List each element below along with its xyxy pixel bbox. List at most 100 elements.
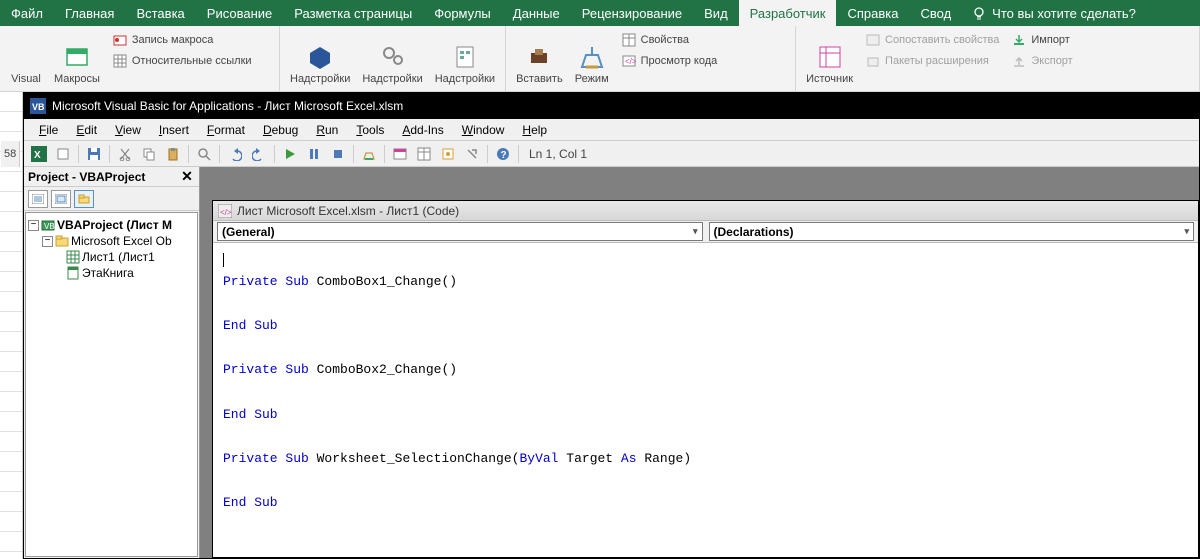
svg-text:?: ? <box>501 150 507 161</box>
view-code-tb-button[interactable] <box>28 190 48 208</box>
export-button: Экспорт <box>1007 51 1076 71</box>
tb-redo-button[interactable] <box>248 143 270 165</box>
properties-button[interactable]: Свойства <box>617 30 722 50</box>
vbe-menu-help[interactable]: Help <box>513 121 556 139</box>
excel-ribbon-tabs: ФайлГлавнаяВставкаРисованиеРазметка стра… <box>0 0 1200 26</box>
lightbulb-icon <box>972 6 986 20</box>
tb-project-explorer-button[interactable] <box>389 143 411 165</box>
record-macro-button[interactable]: Запись макроса <box>108 30 256 50</box>
svg-text:</>: </> <box>220 208 232 217</box>
excel-tab-файл[interactable]: Файл <box>0 0 54 26</box>
folder-icon <box>55 234 69 248</box>
excel-tab-рисование[interactable]: Рисование <box>196 0 283 26</box>
addins-3-button[interactable]: Надстройки <box>431 28 499 86</box>
tb-paste-button[interactable] <box>162 143 184 165</box>
relative-refs-button[interactable]: Относительные ссылки <box>108 51 256 71</box>
tb-find-button[interactable] <box>193 143 215 165</box>
worksheet-icon <box>66 250 80 264</box>
chevron-down-icon: ▾ <box>1184 226 1189 237</box>
vbe-menu-format[interactable]: Format <box>198 121 254 139</box>
package-icon <box>865 53 881 69</box>
project-explorer-title: Project - VBAProject ✕ <box>24 167 199 187</box>
project-tree[interactable]: − VB VBAProject (Лист M − Microsoft Exce… <box>25 212 198 557</box>
project-toolbar <box>24 187 199 211</box>
tb-copy-button[interactable] <box>138 143 160 165</box>
object-dropdown[interactable]: (General) ▾ <box>217 222 703 241</box>
vbe-menu-add-ins[interactable]: Add-Ins <box>393 121 452 139</box>
toggle-folders-tb-button[interactable] <box>74 190 94 208</box>
insert-control-button[interactable]: Вставить <box>512 28 567 86</box>
tb-toolbox-button[interactable] <box>461 143 483 165</box>
vbe-toolbar: 58 X ? Ln 1, Col 1 <box>24 141 1199 167</box>
svg-text:VB: VB <box>44 222 55 231</box>
view-code-button[interactable]: </> Просмотр кода <box>617 51 722 71</box>
vbe-menu-view[interactable]: View <box>106 121 150 139</box>
tree-collapse-icon[interactable]: − <box>28 220 39 231</box>
tree-project-label[interactable]: VBAProject (Лист M <box>57 218 172 232</box>
code-editor[interactable]: Private Sub ComboBox1_Change() End Sub P… <box>213 243 1198 557</box>
import-button[interactable]: Импорт <box>1007 30 1076 50</box>
grid-icon <box>112 53 128 69</box>
visual-basic-button[interactable]: Visual <box>6 28 46 86</box>
vbe-titlebar[interactable]: VB Microsoft Visual Basic for Applicatio… <box>24 93 1199 119</box>
workbook-icon <box>66 266 80 280</box>
svg-text:</>: </> <box>625 57 636 66</box>
import-icon <box>1011 32 1027 48</box>
vbe-menu-insert[interactable]: Insert <box>150 121 198 139</box>
map-properties-button: Сопоставить свойства <box>861 30 1003 50</box>
code-icon: </> <box>621 53 637 69</box>
tb-undo-button[interactable] <box>224 143 246 165</box>
svg-text:VB: VB <box>32 102 45 112</box>
vbe-menu-debug[interactable]: Debug <box>254 121 307 139</box>
tell-me-search[interactable]: Что вы хотите сделать? <box>962 6 1146 21</box>
procedure-dropdown[interactable]: (Declarations) ▾ <box>709 222 1195 241</box>
svg-text:X: X <box>34 150 41 161</box>
tb-break-button[interactable] <box>303 143 325 165</box>
excel-tab-главная[interactable]: Главная <box>54 0 125 26</box>
tb-excel-icon[interactable]: X <box>28 143 50 165</box>
tb-save-button[interactable] <box>83 143 105 165</box>
close-icon[interactable]: ✕ <box>179 169 195 185</box>
tree-collapse-icon[interactable]: − <box>42 236 53 247</box>
toolbar-side-label: 58 <box>1 141 20 167</box>
expansion-packs-button: Пакеты расширения <box>861 51 1003 71</box>
excel-tab-разметка страницы[interactable]: Разметка страницы <box>283 0 423 26</box>
macros-button[interactable]: Макросы <box>50 28 104 86</box>
vbe-menu-edit[interactable]: Edit <box>67 121 106 139</box>
record-icon <box>112 32 128 48</box>
design-mode-button[interactable]: Режим <box>571 28 613 86</box>
properties-icon <box>621 32 637 48</box>
tree-workbook-label[interactable]: ЭтаКнига <box>82 266 134 280</box>
project-explorer-panel: Project - VBAProject ✕ − VB VBAProject (… <box>24 167 200 558</box>
tb-reset-button[interactable] <box>327 143 349 165</box>
code-window-icon: </> <box>218 204 232 218</box>
excel-tab-данные[interactable]: Данные <box>502 0 571 26</box>
vbe-menu-run[interactable]: Run <box>307 121 347 139</box>
excel-tab-вставка[interactable]: Вставка <box>125 0 195 26</box>
excel-tab-справка[interactable]: Справка <box>836 0 909 26</box>
view-object-tb-button[interactable] <box>51 190 71 208</box>
excel-tab-свод[interactable]: Свод <box>909 0 962 26</box>
tb-help-button[interactable]: ? <box>492 143 514 165</box>
excel-tab-разработчик[interactable]: Разработчик <box>739 0 837 26</box>
tree-sheet-label[interactable]: Лист1 (Лист1 <box>82 250 155 264</box>
vbe-menu-tools[interactable]: Tools <box>347 121 393 139</box>
excel-tab-формулы[interactable]: Формулы <box>423 0 502 26</box>
addins-1-button[interactable]: Надстройки <box>286 28 354 86</box>
addins-2-button[interactable]: Надстройки <box>358 28 426 86</box>
excel-tab-рецензирование[interactable]: Рецензирование <box>571 0 693 26</box>
tree-folder-label[interactable]: Microsoft Excel Ob <box>71 234 172 248</box>
excel-tab-вид[interactable]: Вид <box>693 0 739 26</box>
vba-app-icon: VB <box>30 98 46 114</box>
code-mdi-area: </> Лист Microsoft Excel.xlsm - Лист1 (C… <box>200 167 1199 558</box>
tb-object-browser-button[interactable] <box>437 143 459 165</box>
vbe-menu-window[interactable]: Window <box>453 121 514 139</box>
tb-design-mode-button[interactable] <box>358 143 380 165</box>
tb-insert-dropdown[interactable] <box>52 143 74 165</box>
tb-cut-button[interactable] <box>114 143 136 165</box>
tb-run-button[interactable] <box>279 143 301 165</box>
xml-source-button[interactable]: Источник <box>802 28 857 86</box>
code-window-titlebar[interactable]: </> Лист Microsoft Excel.xlsm - Лист1 (C… <box>213 201 1198 221</box>
vbe-menu-file[interactable]: File <box>30 121 67 139</box>
tb-properties-button[interactable] <box>413 143 435 165</box>
